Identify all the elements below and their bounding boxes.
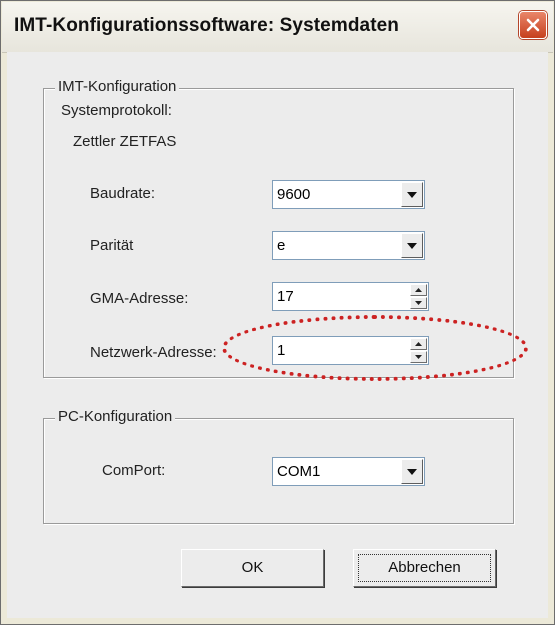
chevron-down-icon [407, 243, 417, 249]
ok-button[interactable]: OK [181, 549, 324, 587]
comport-select[interactable]: COM1 [272, 457, 425, 486]
close-button[interactable] [519, 11, 547, 39]
chevron-down-icon [407, 192, 417, 198]
imt-config-legend: IMT-Konfiguration [55, 78, 180, 95]
paritaet-dropdown-button[interactable] [401, 233, 423, 258]
paritaet-select[interactable]: e [272, 231, 425, 260]
baudrate-dropdown-button[interactable] [401, 182, 423, 207]
chevron-down-icon [407, 469, 417, 475]
comport-dropdown-button[interactable] [401, 459, 423, 484]
dialog-body: IMT-Konfiguration Systemprotokoll: Zettl… [7, 52, 548, 618]
arrow-up-icon [415, 342, 422, 346]
paritaet-label: Parität [90, 237, 134, 254]
paritaet-value: e [277, 237, 286, 254]
arrow-down-icon [415, 355, 422, 359]
gma-adresse-increment[interactable] [410, 284, 427, 296]
focus-rectangle [358, 554, 491, 582]
comport-label: ComPort: [102, 462, 166, 479]
netzwerk-adresse-label: Netzwerk-Adresse: [90, 344, 217, 361]
arrow-up-icon [415, 288, 422, 292]
pc-config-legend: PC-Konfiguration [55, 408, 176, 425]
gma-adresse-spinner[interactable]: 17 [272, 282, 429, 311]
systemprotokoll-label: Systemprotokoll: [61, 102, 172, 119]
gma-adresse-value: 17 [277, 288, 294, 305]
netzwerk-adresse-increment[interactable] [410, 338, 427, 350]
window-title: IMT-Konfigurationssoftware: Systemdaten [14, 15, 399, 36]
netzwerk-adresse-spinner[interactable]: 1 [272, 336, 429, 365]
dialog-window: IMT-Konfigurationssoftware: Systemdaten … [0, 0, 555, 625]
baudrate-value: 9600 [277, 186, 311, 203]
ok-button-label: OK [241, 559, 264, 576]
title-bar[interactable]: IMT-Konfigurationssoftware: Systemdaten [2, 2, 553, 53]
gma-adresse-label: GMA-Adresse: [90, 290, 189, 307]
systemprotokoll-value: Zettler ZETFAS [73, 133, 177, 150]
arrow-down-icon [415, 301, 422, 305]
cancel-button[interactable]: Abbrechen [353, 549, 496, 587]
baudrate-select[interactable]: 9600 [272, 180, 425, 209]
close-icon [526, 18, 540, 32]
netzwerk-adresse-decrement[interactable] [410, 351, 427, 363]
netzwerk-adresse-value: 1 [277, 342, 286, 359]
comport-value: COM1 [277, 463, 321, 480]
baudrate-label: Baudrate: [90, 185, 156, 202]
gma-adresse-decrement[interactable] [410, 297, 427, 309]
